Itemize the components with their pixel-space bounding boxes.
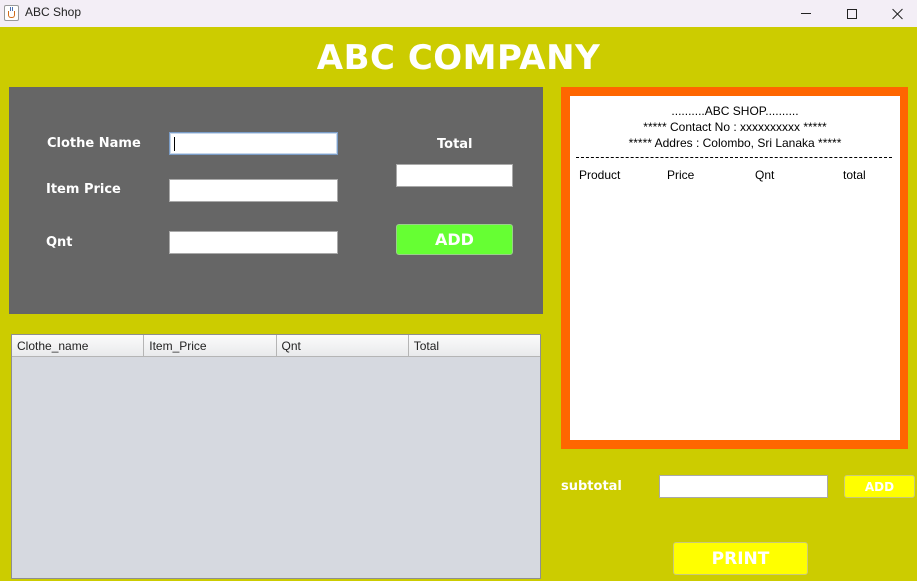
column-header-clothe-name[interactable]: Clothe_name: [12, 335, 145, 356]
window-title: ABC Shop: [25, 5, 82, 19]
receipt-shop-line: ..........ABC SHOP..........: [671, 104, 799, 118]
qnt-label: Qnt: [46, 235, 73, 250]
column-header-item-price[interactable]: Item_Price: [144, 335, 277, 356]
java-cup-icon: [4, 5, 19, 21]
item-price-label: Item Price: [46, 182, 121, 197]
print-button[interactable]: PRINT: [673, 542, 808, 575]
add-item-button[interactable]: ADD: [396, 224, 513, 255]
receipt-divider: [576, 157, 892, 158]
items-table[interactable]: Clothe_name Item_Price Qnt Total: [11, 334, 541, 579]
receipt-col-price: Price: [667, 168, 695, 182]
total-input[interactable]: [396, 164, 513, 187]
qnt-input[interactable]: [169, 231, 338, 254]
receipt-contact-line: ***** Contact No : xxxxxxxxxx *****: [643, 120, 827, 134]
close-icon: [892, 8, 904, 20]
close-button[interactable]: [875, 0, 917, 27]
clothe-name-label: Clothe Name: [47, 136, 141, 151]
clothe-name-input[interactable]: [169, 132, 338, 155]
subtotal-label: subtotal: [561, 479, 622, 494]
subtotal-add-button[interactable]: ADD: [844, 475, 915, 498]
column-header-qnt[interactable]: Qnt: [277, 335, 409, 356]
total-label: Total: [437, 137, 473, 152]
column-header-total[interactable]: Total: [409, 335, 540, 356]
subtotal-input[interactable]: [659, 475, 828, 498]
receipt-col-product: Product: [579, 168, 621, 182]
minimize-icon: [801, 13, 811, 14]
item-price-input[interactable]: [169, 179, 338, 202]
text-caret: [174, 137, 175, 151]
window-titlebar: ABC Shop: [0, 0, 917, 27]
table-header: Clothe_name Item_Price Qnt Total: [12, 335, 540, 357]
receipt-address-line: ***** Addres : Colombo, Sri Lanaka *****: [628, 136, 842, 150]
receipt-frame: ..........ABC SHOP.......... ***** Conta…: [561, 87, 908, 449]
minimize-button[interactable]: [783, 0, 829, 27]
maximize-icon: [847, 8, 857, 19]
receipt-text-area[interactable]: ..........ABC SHOP.......... ***** Conta…: [570, 96, 900, 440]
maximize-button[interactable]: [829, 0, 875, 27]
receipt-col-total: total: [843, 168, 866, 182]
page-title: ABC COMPANY: [316, 38, 601, 78]
input-panel: Clothe Name Item Price Qnt Total ADD: [9, 87, 543, 314]
receipt-col-qnt: Qnt: [755, 168, 775, 182]
